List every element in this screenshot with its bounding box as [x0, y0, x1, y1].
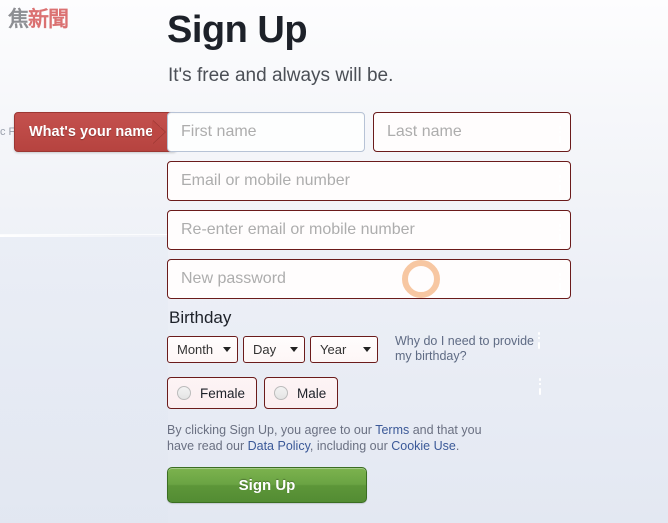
birthday-day-value: Day	[253, 341, 277, 357]
chevron-down-icon	[223, 346, 231, 352]
birthday-help-link[interactable]: Why do I need to provide my birthday?	[395, 334, 535, 364]
birthday-month-value: Month	[177, 341, 214, 357]
background-panel	[0, 237, 168, 523]
birthday-day-select[interactable]: Day	[243, 335, 305, 363]
email-confirm-field[interactable]: Re-enter email or mobile number	[167, 210, 571, 250]
birthday-help-line2: my birthday?	[395, 349, 467, 363]
legal-part4: .	[455, 438, 460, 453]
gender-female-label: Female	[200, 385, 246, 401]
email-field[interactable]: Email or mobile number	[167, 161, 571, 201]
radio-icon[interactable]	[274, 386, 289, 400]
tooltip-arrow	[152, 120, 165, 144]
gender-male-label: Male	[297, 385, 327, 401]
birthday-help-line1: Why do I need to provide	[395, 334, 534, 348]
chevron-down-icon	[363, 346, 371, 352]
password-field[interactable]: New password	[167, 259, 571, 299]
legal-text: By clicking Sign Up, you agree to our Te…	[167, 423, 497, 454]
logo-text: 新聞	[28, 8, 69, 31]
signup-button[interactable]: Sign Up	[167, 467, 367, 503]
radio-icon[interactable]	[177, 386, 191, 400]
page-subtitle: It's free and always will be.	[168, 65, 394, 86]
last-name-placeholder: Last name	[387, 123, 462, 140]
legal-part1: By clicking Sign Up, you agree to our	[167, 423, 376, 437]
name-row: First name Last name	[167, 112, 571, 152]
signup-form: First name Last name Email or mobile num…	[167, 112, 571, 503]
email-placeholder: Email or mobile number	[181, 172, 350, 189]
last-name-field[interactable]: Last name	[373, 112, 571, 152]
gender-female-option[interactable]: Female	[167, 377, 258, 409]
legal-part3: , including our	[309, 438, 392, 453]
email-confirm-placeholder: Re-enter email or mobile number	[181, 221, 415, 238]
gender-male-option[interactable]: Male	[264, 377, 339, 409]
first-name-field[interactable]: First name	[167, 112, 365, 152]
terms-link[interactable]: Terms	[375, 423, 409, 437]
site-logo[interactable]: 焦新聞	[8, 5, 74, 37]
password-placeholder: New password	[181, 270, 286, 287]
page-title: Sign Up	[167, 9, 308, 51]
birthday-year-select[interactable]: Year	[310, 335, 378, 363]
data-policy-link[interactable]: Data Policy	[248, 439, 310, 453]
birthday-month-select[interactable]: Month	[167, 335, 238, 363]
gender-row: Female Male	[167, 377, 571, 409]
tooltip-label: What's your name?	[29, 124, 163, 140]
chevron-down-icon	[290, 346, 298, 352]
logo-mark: 焦	[8, 8, 29, 31]
cookie-use-link[interactable]: Cookie Use	[391, 439, 456, 453]
first-name-placeholder: First name	[181, 123, 257, 140]
birthday-label: Birthday	[169, 308, 232, 327]
birthday-row: Month Day Year Why do I need to provide …	[167, 334, 571, 364]
birthday-year-value: Year	[320, 341, 347, 357]
